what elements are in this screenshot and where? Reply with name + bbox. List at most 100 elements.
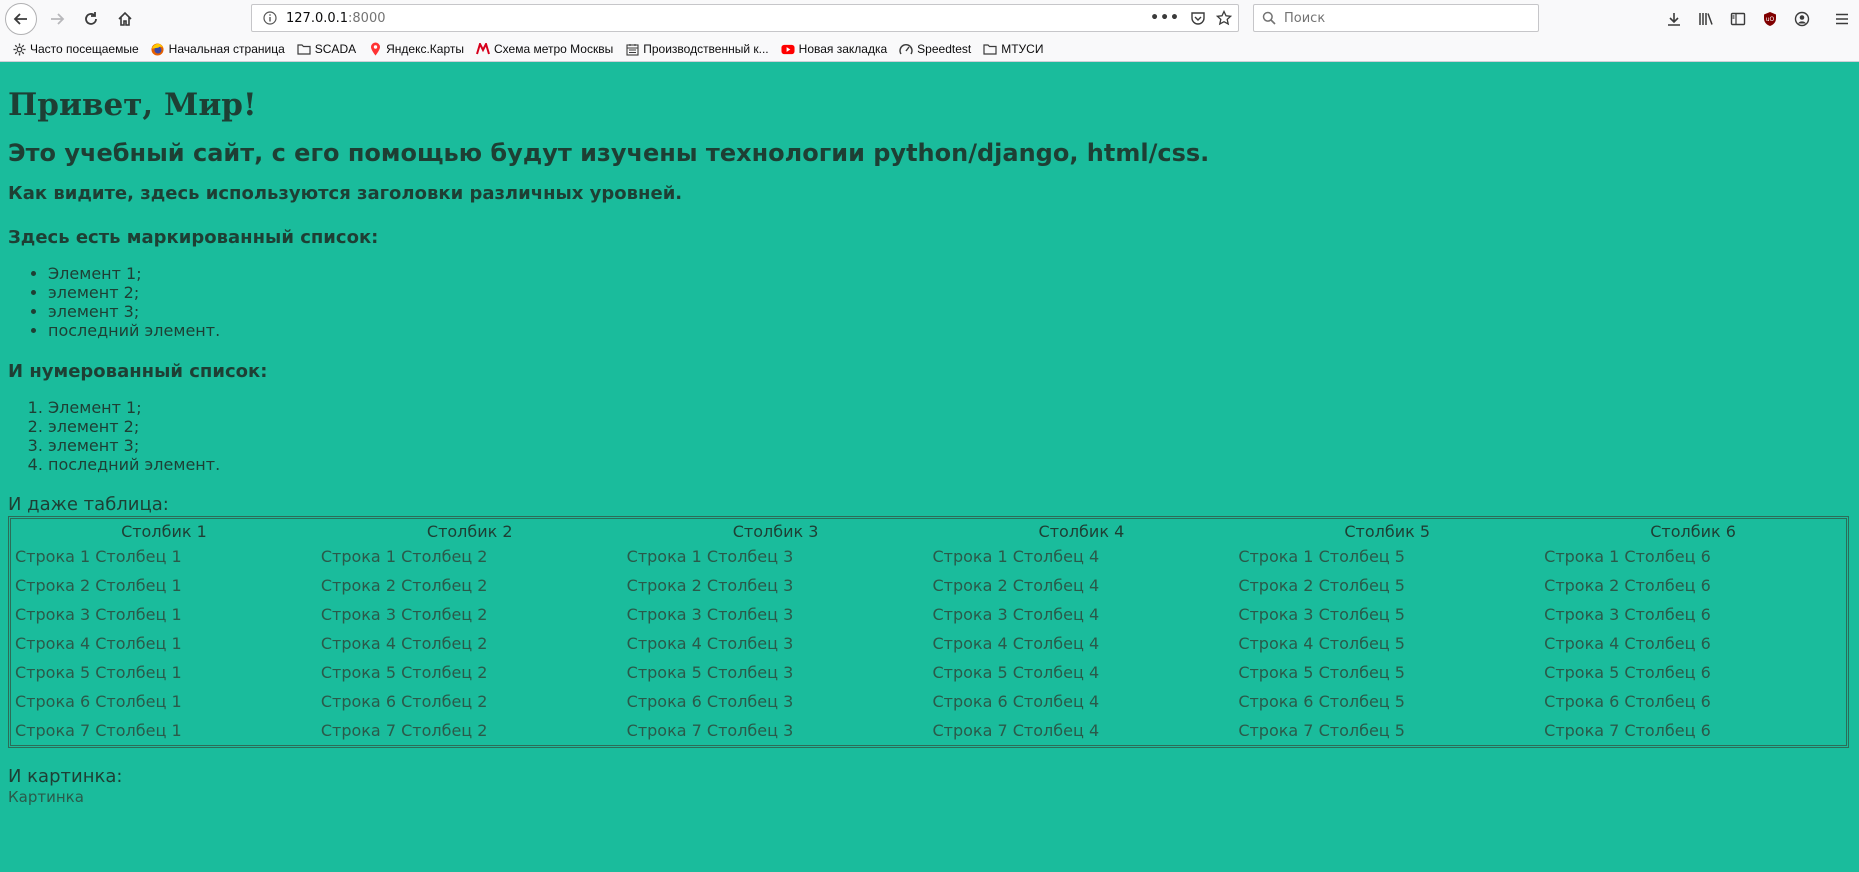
forward-button[interactable] [43, 5, 71, 33]
table-cell: Строка 1 Столбец 6 [1544, 547, 1711, 566]
column-header: Столбик 6 [1650, 522, 1736, 541]
sidebar-icon[interactable] [1729, 10, 1747, 28]
bookmark-new[interactable]: Новая закладка [781, 42, 888, 56]
table-cell: Строка 5 Столбец 6 [1544, 663, 1711, 682]
bookmark-label: SCADA [314, 42, 357, 56]
bookmark-scada[interactable]: SCADA [297, 42, 356, 56]
table-cell: Строка 4 Столбец 4 [932, 634, 1100, 653]
search-bar[interactable] [1253, 4, 1539, 32]
home-button[interactable] [111, 5, 139, 33]
table-cell: Строка 3 Столбец 6 [1544, 605, 1711, 624]
bookmark-label: МТУСИ [1001, 42, 1044, 56]
table-row: Строка 7 Столбец 1 Строка 7 Столбец 2 Ст… [11, 716, 1846, 745]
table-cell: Строка 7 Столбец 6 [1544, 721, 1711, 740]
table-cell: Строка 2 Столбец 6 [1544, 576, 1711, 595]
table-cell: Строка 5 Столбец 1 [15, 663, 182, 682]
pocket-icon[interactable] [1190, 10, 1206, 26]
table-cell: Строка 6 Столбец 4 [932, 692, 1100, 711]
data-table: Столбик 1 Столбик 2 Столбик 3 Столбик 4 … [8, 516, 1849, 748]
url-text[interactable]: 127.0.0.1:8000 [286, 11, 386, 26]
table-cell: Строка 4 Столбец 1 [15, 634, 182, 653]
table-cell: Строка 4 Столбец 6 [1544, 634, 1711, 653]
ublock-origin-icon[interactable]: uO [1761, 10, 1779, 28]
table-cell: Строка 5 Столбец 3 [626, 663, 794, 682]
list-item: последний элемент. [48, 455, 1851, 474]
table-cell: Строка 4 Столбец 5 [1238, 634, 1405, 653]
table-cell: Строка 7 Столбец 3 [626, 721, 794, 740]
list-item: Элемент 1; [48, 398, 1851, 417]
table-cell: Строка 2 Столбец 1 [15, 576, 182, 595]
list-item: элемент 2; [48, 417, 1851, 436]
broken-image-alt-text: Картинка [8, 788, 84, 806]
bookmark-production-calendar[interactable]: Производственный к... [625, 42, 769, 56]
home-icon [118, 11, 132, 26]
page-actions-icon[interactable]: ••• [1150, 10, 1180, 26]
bookmark-mtuci[interactable]: МТУСИ [983, 42, 1043, 56]
download-icon[interactable] [1665, 10, 1683, 28]
table-cell: Строка 2 Столбец 3 [626, 576, 794, 595]
table-row: Строка 4 Столбец 1 Строка 4 Столбец 2 Ст… [11, 629, 1846, 658]
site-info-icon[interactable] [258, 11, 282, 25]
table-cell: Строка 2 Столбец 5 [1238, 576, 1405, 595]
table-cell: Строка 6 Столбец 1 [15, 692, 182, 711]
table-row: Строка 5 Столбец 1 Строка 5 Столбец 2 Ст… [11, 658, 1846, 687]
search-input[interactable] [1282, 9, 1526, 27]
table-cell: Строка 3 Столбец 1 [15, 605, 182, 624]
table-cell: Строка 3 Столбец 5 [1238, 605, 1405, 624]
bookmark-label: Новая закладка [798, 42, 888, 56]
arrow-left-icon [13, 13, 27, 25]
bookmark-label: Схема метро Москвы [494, 42, 614, 56]
bookmark-label: Часто посещаемые [30, 42, 139, 56]
column-header: Столбик 2 [426, 522, 513, 541]
account-icon[interactable] [1793, 10, 1811, 28]
heading-levels-note: Как видите, здесь используются заголовки… [8, 183, 683, 204]
browser-chrome: 127.0.0.1:8000 ••• uO [0, 0, 1859, 62]
url-bar[interactable]: 127.0.0.1:8000 ••• [251, 4, 1239, 32]
page-content: Привет, Мир! Это учебный сайт, с его пом… [0, 86, 1859, 806]
page-title: Привет, Мир! [8, 87, 257, 123]
map-pin-icon [368, 42, 382, 56]
folder-icon [297, 42, 311, 56]
bookmark-most-visited[interactable]: Часто посещаемые [12, 42, 139, 56]
bookmark-start-page[interactable]: Начальная страница [151, 42, 285, 56]
table-row: Строка 6 Столбец 1 Строка 6 Столбец 2 Ст… [11, 687, 1846, 716]
bookmark-label: Speedtest [917, 42, 972, 56]
table-cell: Строка 7 Столбец 2 [320, 721, 488, 740]
table-cell: Строка 3 Столбец 3 [626, 605, 794, 624]
table-cell: Строка 1 Столбец 2 [320, 547, 488, 566]
list-item: элемент 3; [48, 436, 1851, 455]
firefox-icon [151, 42, 165, 56]
table-row: Строка 2 Столбец 1 Строка 2 Столбец 2 Ст… [11, 571, 1846, 600]
column-header: Столбик 5 [1344, 522, 1431, 541]
table-header-row: Столбик 1 Столбик 2 Столбик 3 Столбик 4 … [11, 519, 1846, 542]
list-item: элемент 2; [48, 283, 1851, 302]
youtube-icon [781, 42, 795, 56]
bulleted-list: Элемент 1; элемент 2; элемент 3; последн… [8, 264, 1851, 340]
list-item: элемент 3; [48, 302, 1851, 321]
table-cell: Строка 7 Столбец 1 [15, 721, 182, 740]
reload-button[interactable] [77, 5, 105, 33]
table-cell: Строка 1 Столбец 3 [626, 547, 794, 566]
column-header: Столбик 1 [121, 522, 207, 541]
url-host: 127.0.0.1 [286, 10, 349, 26]
table-cell: Строка 1 Столбец 1 [15, 547, 182, 566]
page-subtitle: Это учебный сайт, с его помощью будут из… [8, 139, 1210, 167]
bookmark-yandex-maps[interactable]: Яндекс.Карты [368, 42, 464, 56]
back-button[interactable] [5, 3, 37, 35]
column-header: Столбик 3 [732, 522, 819, 541]
svg-text:uO: uO [1766, 16, 1775, 23]
table-row: Строка 1 Столбец 1 Строка 1 Столбец 2 Ст… [11, 542, 1846, 571]
library-icon[interactable] [1697, 10, 1715, 28]
table-cell: Строка 5 Столбец 5 [1238, 663, 1405, 682]
numbered-list: Элемент 1; элемент 2; элемент 3; последн… [8, 398, 1851, 474]
bookmark-star-icon[interactable] [1216, 10, 1232, 26]
hamburger-menu-icon[interactable] [1833, 10, 1851, 28]
bookmark-metro-map[interactable]: Схема метро Москвы [476, 42, 613, 56]
metro-icon [476, 42, 490, 56]
toolbar-right: uO [1665, 5, 1851, 33]
table-row: Строка 3 Столбец 1 Строка 3 Столбец 2 Ст… [11, 600, 1846, 629]
table-cell: Строка 2 Столбец 4 [932, 576, 1100, 595]
bookmark-speedtest[interactable]: Speedtest [899, 42, 971, 56]
url-actions: ••• [1150, 5, 1232, 31]
reload-icon [85, 12, 97, 25]
